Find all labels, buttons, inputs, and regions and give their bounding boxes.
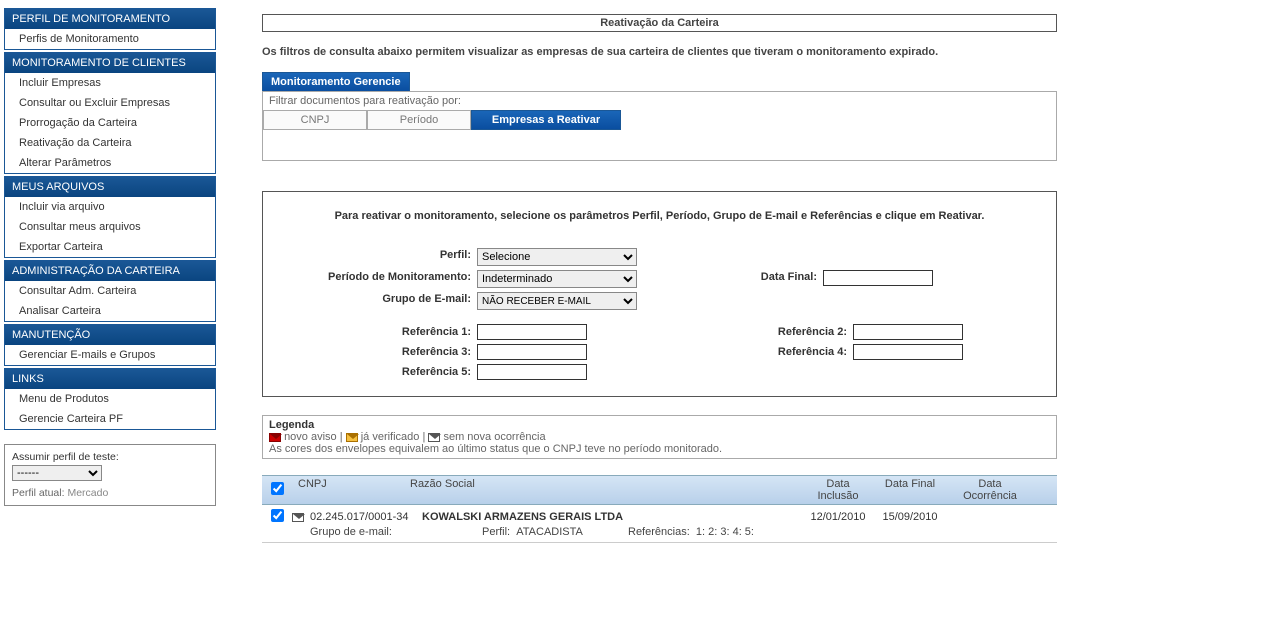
- th-cnpj[interactable]: CNPJ: [292, 476, 404, 504]
- menu-header: PERFIL DE MONITORAMENTO: [5, 9, 215, 29]
- legend-title: Legenda: [269, 419, 1050, 431]
- label-ref2: Referência 2:: [607, 326, 853, 338]
- form-instruction: Para reativar o monitoramento, selecione…: [277, 210, 1042, 222]
- menu-item[interactable]: Incluir via arquivo: [5, 197, 215, 217]
- menu-item[interactable]: Reativação da Carteira: [5, 133, 215, 153]
- menu-item[interactable]: Consultar Adm. Carteira: [5, 281, 215, 301]
- legend-note: As cores dos envelopes equivalem ao últi…: [269, 443, 1050, 455]
- envelope-white-icon: [428, 433, 440, 442]
- envelope-red-icon: [269, 433, 281, 442]
- cell-razao: KOWALSKI ARMAZENS GERAIS LTDA: [422, 511, 802, 523]
- input-ref2[interactable]: [853, 324, 963, 340]
- profile-current-value: Mercado: [67, 487, 108, 499]
- select-grupo[interactable]: NÃO RECEBER E-MAIL: [477, 292, 637, 310]
- select-perfil[interactable]: Selecione: [477, 248, 637, 266]
- row-grupo-label: Grupo de e-mail:: [310, 526, 482, 538]
- cell-data-inclusao: 12/01/2010: [802, 511, 874, 523]
- menu-item[interactable]: Gerenciar E-mails e Grupos: [5, 345, 215, 365]
- legend-novo: novo aviso: [284, 431, 337, 443]
- profile-box: Assumir perfil de teste: ------ Perfil a…: [4, 444, 216, 506]
- menu-header: LINKS: [5, 369, 215, 389]
- input-ref4[interactable]: [853, 344, 963, 360]
- page-title: Reativação da Carteira: [262, 14, 1057, 32]
- profile-label: Assumir perfil de teste:: [12, 451, 208, 463]
- cell-cnpj: 02.245.017/0001-34: [310, 511, 422, 523]
- menu-item[interactable]: Gerencie Carteira PF: [5, 409, 215, 429]
- filter-label: Filtrar documentos para reativação por:: [263, 92, 1056, 110]
- cell-data-final: 15/09/2010: [874, 511, 946, 523]
- select-periodo[interactable]: Indeterminado: [477, 270, 637, 288]
- row-ref-values: 1: 2: 3: 4: 5:: [696, 526, 754, 538]
- select-all-checkbox[interactable]: [271, 482, 284, 495]
- table-row-detail: Grupo de e-mail: Perfil: ATACADISTA Refe…: [262, 525, 1057, 543]
- profile-current-label: Perfil atual:: [12, 487, 65, 499]
- envelope-yellow-icon: [346, 433, 358, 442]
- input-data-final[interactable]: [823, 270, 933, 286]
- label-periodo: Período de Monitoramento:: [277, 270, 477, 288]
- legend-sem-nova: sem nova ocorrência: [443, 431, 545, 443]
- menu-item[interactable]: Consultar meus arquivos: [5, 217, 215, 237]
- section-tab-header: Monitoramento Gerencie: [262, 72, 410, 91]
- label-ref1: Referência 1:: [277, 326, 477, 338]
- row-perfil-value: ATACADISTA: [516, 526, 583, 538]
- label-perfil: Perfil:: [277, 248, 477, 266]
- label-grupo: Grupo de E-mail:: [277, 292, 477, 310]
- sidebar: PERFIL DE MONITORAMENTOPerfis de Monitor…: [0, 0, 216, 543]
- filter-tab[interactable]: Empresas a Reativar: [471, 110, 621, 130]
- menu-header: MANUTENÇÃO: [5, 325, 215, 345]
- menu-item[interactable]: Alterar Parâmetros: [5, 153, 215, 173]
- input-ref1[interactable]: [477, 324, 587, 340]
- filter-tab[interactable]: CNPJ: [263, 110, 367, 130]
- label-data-final: Data Final:: [637, 270, 823, 288]
- results-table: CNPJ Razão Social Data Inclusão Data Fin…: [262, 475, 1057, 543]
- filter-box: Filtrar documentos para reativação por: …: [262, 91, 1057, 161]
- menu-item[interactable]: Exportar Carteira: [5, 237, 215, 257]
- menu-header: MONITORAMENTO DE CLIENTES: [5, 53, 215, 73]
- row-checkbox[interactable]: [271, 509, 284, 522]
- menu-item[interactable]: Menu de Produtos: [5, 389, 215, 409]
- th-data-ocorrencia[interactable]: Data Ocorrência: [946, 476, 1034, 504]
- filter-tab[interactable]: Período: [367, 110, 471, 130]
- main-content: Reativação da Carteira Os filtros de con…: [216, 0, 1262, 543]
- input-ref3[interactable]: [477, 344, 587, 360]
- menu-header: ADMINISTRAÇÃO DA CARTEIRA: [5, 261, 215, 281]
- table-row: 02.245.017/0001-34 KOWALSKI ARMAZENS GER…: [262, 505, 1057, 525]
- input-ref5[interactable]: [477, 364, 587, 380]
- menu-header: MEUS ARQUIVOS: [5, 177, 215, 197]
- envelope-white-icon: [292, 513, 304, 522]
- menu-item[interactable]: Analisar Carteira: [5, 301, 215, 321]
- row-perfil-label: Perfil:: [482, 526, 510, 538]
- reactivation-form: Para reativar o monitoramento, selecione…: [262, 191, 1057, 397]
- row-ref-label: Referências:: [628, 526, 690, 538]
- filter-tabs: CNPJPeríodoEmpresas a Reativar: [263, 110, 1056, 130]
- legend-box: Legenda novo aviso | já verificado | sem…: [262, 415, 1057, 459]
- th-razao[interactable]: Razão Social: [404, 476, 802, 504]
- legend-verificado: já verificado: [361, 431, 420, 443]
- menu-item[interactable]: Incluir Empresas: [5, 73, 215, 93]
- menu-item[interactable]: Consultar ou Excluir Empresas: [5, 93, 215, 113]
- label-ref5: Referência 5:: [277, 366, 477, 378]
- th-data-final[interactable]: Data Final: [874, 476, 946, 504]
- menu-item[interactable]: Perfis de Monitoramento: [5, 29, 215, 49]
- menu-item[interactable]: Prorrogação da Carteira: [5, 113, 215, 133]
- page-description: Os filtros de consulta abaixo permitem v…: [262, 46, 1057, 58]
- label-ref3: Referência 3:: [277, 346, 477, 358]
- profile-select[interactable]: ------: [12, 465, 102, 481]
- label-ref4: Referência 4:: [607, 346, 853, 358]
- table-header-row: CNPJ Razão Social Data Inclusão Data Fin…: [262, 475, 1057, 505]
- th-data-inclusao[interactable]: Data Inclusão: [802, 476, 874, 504]
